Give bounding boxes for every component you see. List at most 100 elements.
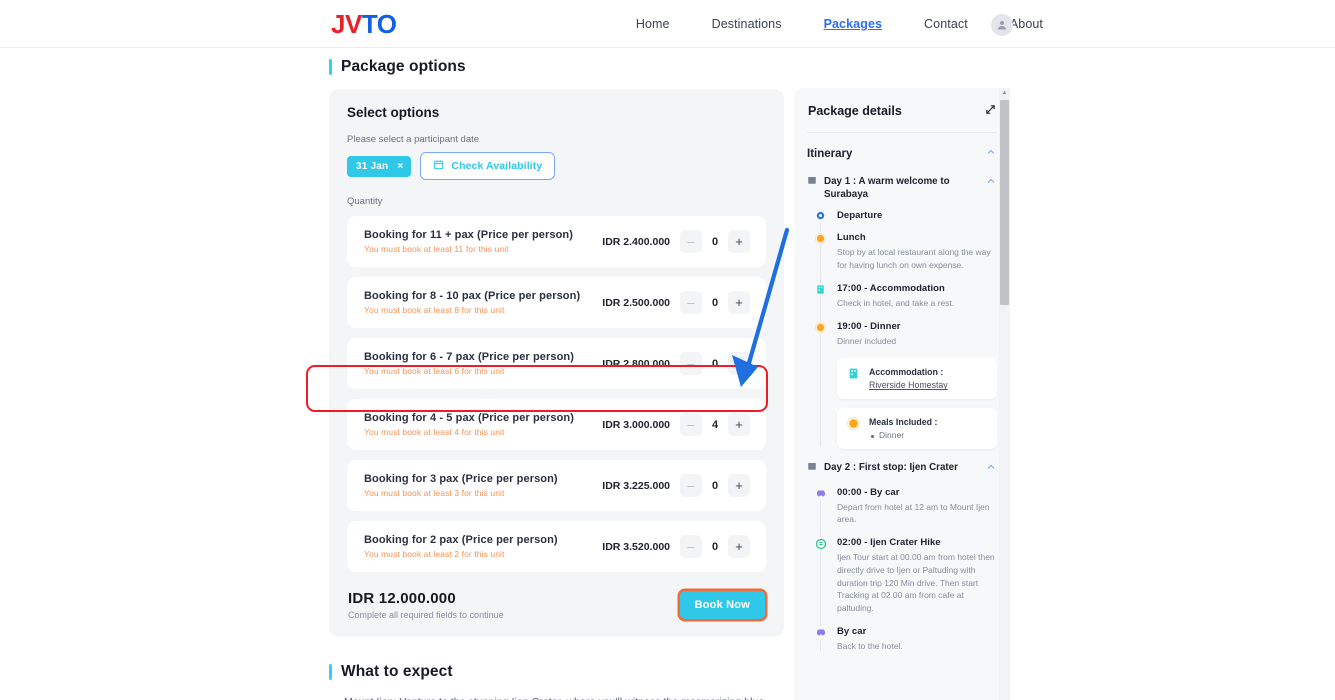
accommodation-label: Accommodation :: [869, 367, 944, 378]
quantity-value: 0: [711, 357, 719, 370]
scrollbar-thumb[interactable]: [1000, 100, 1009, 305]
total-subtitle: Complete all required fields to continue: [348, 610, 504, 620]
option-texts: Booking for 8 - 10 pax (Price per person…: [364, 290, 602, 315]
option-texts: Booking for 2 pax (Price per person) You…: [364, 534, 602, 559]
increment-button[interactable]: +: [728, 474, 750, 497]
itinerary-label: Itinerary: [807, 147, 853, 160]
timeline-desc: Depart from hotel at 12 am to Mount Ijen…: [837, 501, 990, 525]
increment-button[interactable]: +: [728, 352, 750, 375]
page-title: Package options: [329, 58, 784, 76]
decrement-button[interactable]: –: [680, 535, 702, 558]
quantity-label: Quantity: [347, 196, 383, 207]
quantity-stepper: – 0 +: [680, 352, 750, 375]
nav-item-home[interactable]: Home: [636, 17, 670, 31]
logo-part-1: JV: [331, 9, 362, 39]
table-row[interactable]: Booking for 3 pax (Price per person) You…: [347, 460, 766, 511]
meal-icon: [814, 232, 827, 246]
what-to-expect-title: What to expect: [329, 663, 784, 681]
itinerary-accordion-header[interactable]: Itinerary: [807, 133, 997, 172]
option-note: You must book at least 8 for this unit: [364, 305, 505, 315]
user-avatar-icon[interactable]: [991, 14, 1013, 36]
calendar-icon: [433, 159, 444, 173]
nav-item-contact[interactable]: Contact: [924, 17, 968, 31]
date-row: 31 Jan × Check Availability: [347, 152, 766, 180]
quantity-stepper: – 0 +: [680, 474, 750, 497]
main-nav: Home Destinations Packages Contact About: [636, 17, 1043, 31]
app-page: JVTO Home Destinations Packages Contact …: [0, 0, 1335, 700]
timeline-title: 17:00 - Accommodation: [837, 282, 945, 294]
decrement-button[interactable]: –: [680, 230, 702, 253]
hotel-icon: [847, 367, 860, 385]
timeline-desc: Check in hotel, and take a rest.: [837, 297, 955, 308]
list-item: By car Back to the hotel.: [814, 625, 997, 653]
list-item: Lunch Stop by at local restaurant along …: [814, 232, 997, 272]
check-availability-button[interactable]: Check Availability: [420, 152, 556, 180]
decrement-button[interactable]: –: [680, 413, 702, 436]
option-price: IDR 3.225.000: [602, 479, 670, 492]
option-texts: Booking for 3 pax (Price per person) You…: [364, 473, 602, 498]
scroll-up-arrow-icon[interactable]: ▲: [1001, 90, 1008, 96]
table-row[interactable]: Booking for 8 - 10 pax (Price per person…: [347, 277, 766, 328]
package-details-header: Package details: [794, 88, 1010, 120]
day-1-timeline: Departure Lunch Stop by at local restaur…: [807, 210, 997, 450]
timeline-desc: Stop by at local restaurant along the wa…: [837, 247, 991, 271]
table-row-selected[interactable]: Booking for 4 - 5 pax (Price per person)…: [347, 399, 766, 450]
table-row[interactable]: Booking for 11 + pax (Price per person) …: [347, 216, 766, 267]
option-price: IDR 2.400.000: [602, 235, 670, 248]
nav-item-destinations[interactable]: Destinations: [712, 17, 782, 31]
quantity-stepper: – 0 +: [680, 535, 750, 558]
what-to-expect-title-text: What to expect: [341, 663, 453, 680]
increment-button[interactable]: +: [728, 291, 750, 314]
location-pin-icon: [814, 210, 827, 224]
timeline-title: Departure: [837, 210, 883, 222]
day-2-header[interactable]: Day 2 : First stop: Ijen Crater: [807, 458, 997, 486]
book-now-button[interactable]: Book Now: [679, 591, 765, 619]
option-note: You must book at least 6 for this unit: [364, 366, 505, 376]
decrement-button[interactable]: –: [680, 352, 702, 375]
accommodation-card-body: Accommodation : Riverside Homestay: [869, 367, 948, 390]
option-price: IDR 2.500.000: [602, 296, 670, 309]
table-row[interactable]: Booking for 2 pax (Price per person) You…: [347, 521, 766, 572]
option-price: IDR 2.800.000: [602, 357, 670, 370]
chevron-up-icon[interactable]: [981, 175, 997, 191]
nav-item-about[interactable]: About: [1010, 17, 1043, 31]
timeline-title: 00:00 - By car: [837, 486, 900, 498]
quantity-value: 0: [711, 479, 719, 492]
package-details-body: Itinerary Day 1 : A warm welcome to Sura…: [794, 133, 1010, 700]
quantity-stepper: – 0 +: [680, 291, 750, 314]
scrollbar[interactable]: ▲: [999, 88, 1010, 700]
selected-date-chip[interactable]: 31 Jan ×: [347, 155, 412, 177]
decrement-button[interactable]: –: [680, 474, 702, 497]
site-logo[interactable]: JVTO: [331, 9, 397, 39]
what-to-expect-list: Mount Ijen: Venture to the stunning Ijen…: [329, 694, 784, 700]
list-item: Dinner: [869, 430, 937, 440]
hike-icon: [814, 537, 827, 551]
select-options-panel: Select options Please select a participa…: [329, 89, 784, 637]
meal-icon: [814, 320, 827, 334]
accommodation-link[interactable]: Riverside Homestay: [869, 380, 948, 390]
quantity-stepper: – 0 +: [680, 230, 750, 253]
car-icon: [814, 486, 827, 500]
increment-button[interactable]: +: [728, 535, 750, 558]
package-details-panel: Package details Itinerary Day 1 : A warm…: [794, 88, 1010, 700]
day-1-header[interactable]: Day 1 : A warm welcome to Surabaya: [807, 172, 997, 210]
increment-button[interactable]: +: [728, 230, 750, 253]
option-texts: Booking for 4 - 5 pax (Price per person)…: [364, 412, 602, 437]
timeline-desc: Back to the hotel.: [837, 640, 903, 651]
option-name: Booking for 3 pax (Price per person): [364, 473, 558, 485]
list-item: 00:00 - By car Depart from hotel at 12 a…: [814, 486, 997, 527]
page-title-text: Package options: [341, 58, 466, 75]
decrement-button[interactable]: –: [680, 291, 702, 314]
remove-date-icon[interactable]: ×: [397, 161, 403, 172]
timeline-title: 19:00 - Dinner: [837, 320, 901, 332]
list-item: 19:00 - Dinner Dinner included: [814, 320, 997, 348]
increment-button[interactable]: +: [728, 413, 750, 436]
expand-diagonal-icon[interactable]: [985, 102, 996, 120]
nav-item-packages[interactable]: Packages: [824, 17, 882, 31]
chevron-up-icon[interactable]: [981, 461, 997, 477]
meals-card-body: Meals Included : Dinner: [869, 417, 937, 440]
participant-date-label: Please select a participant date: [347, 134, 480, 145]
table-row[interactable]: Booking for 6 - 7 pax (Price per person)…: [347, 338, 766, 389]
quantity-value: 0: [711, 540, 719, 553]
chevron-up-icon[interactable]: [985, 146, 997, 161]
